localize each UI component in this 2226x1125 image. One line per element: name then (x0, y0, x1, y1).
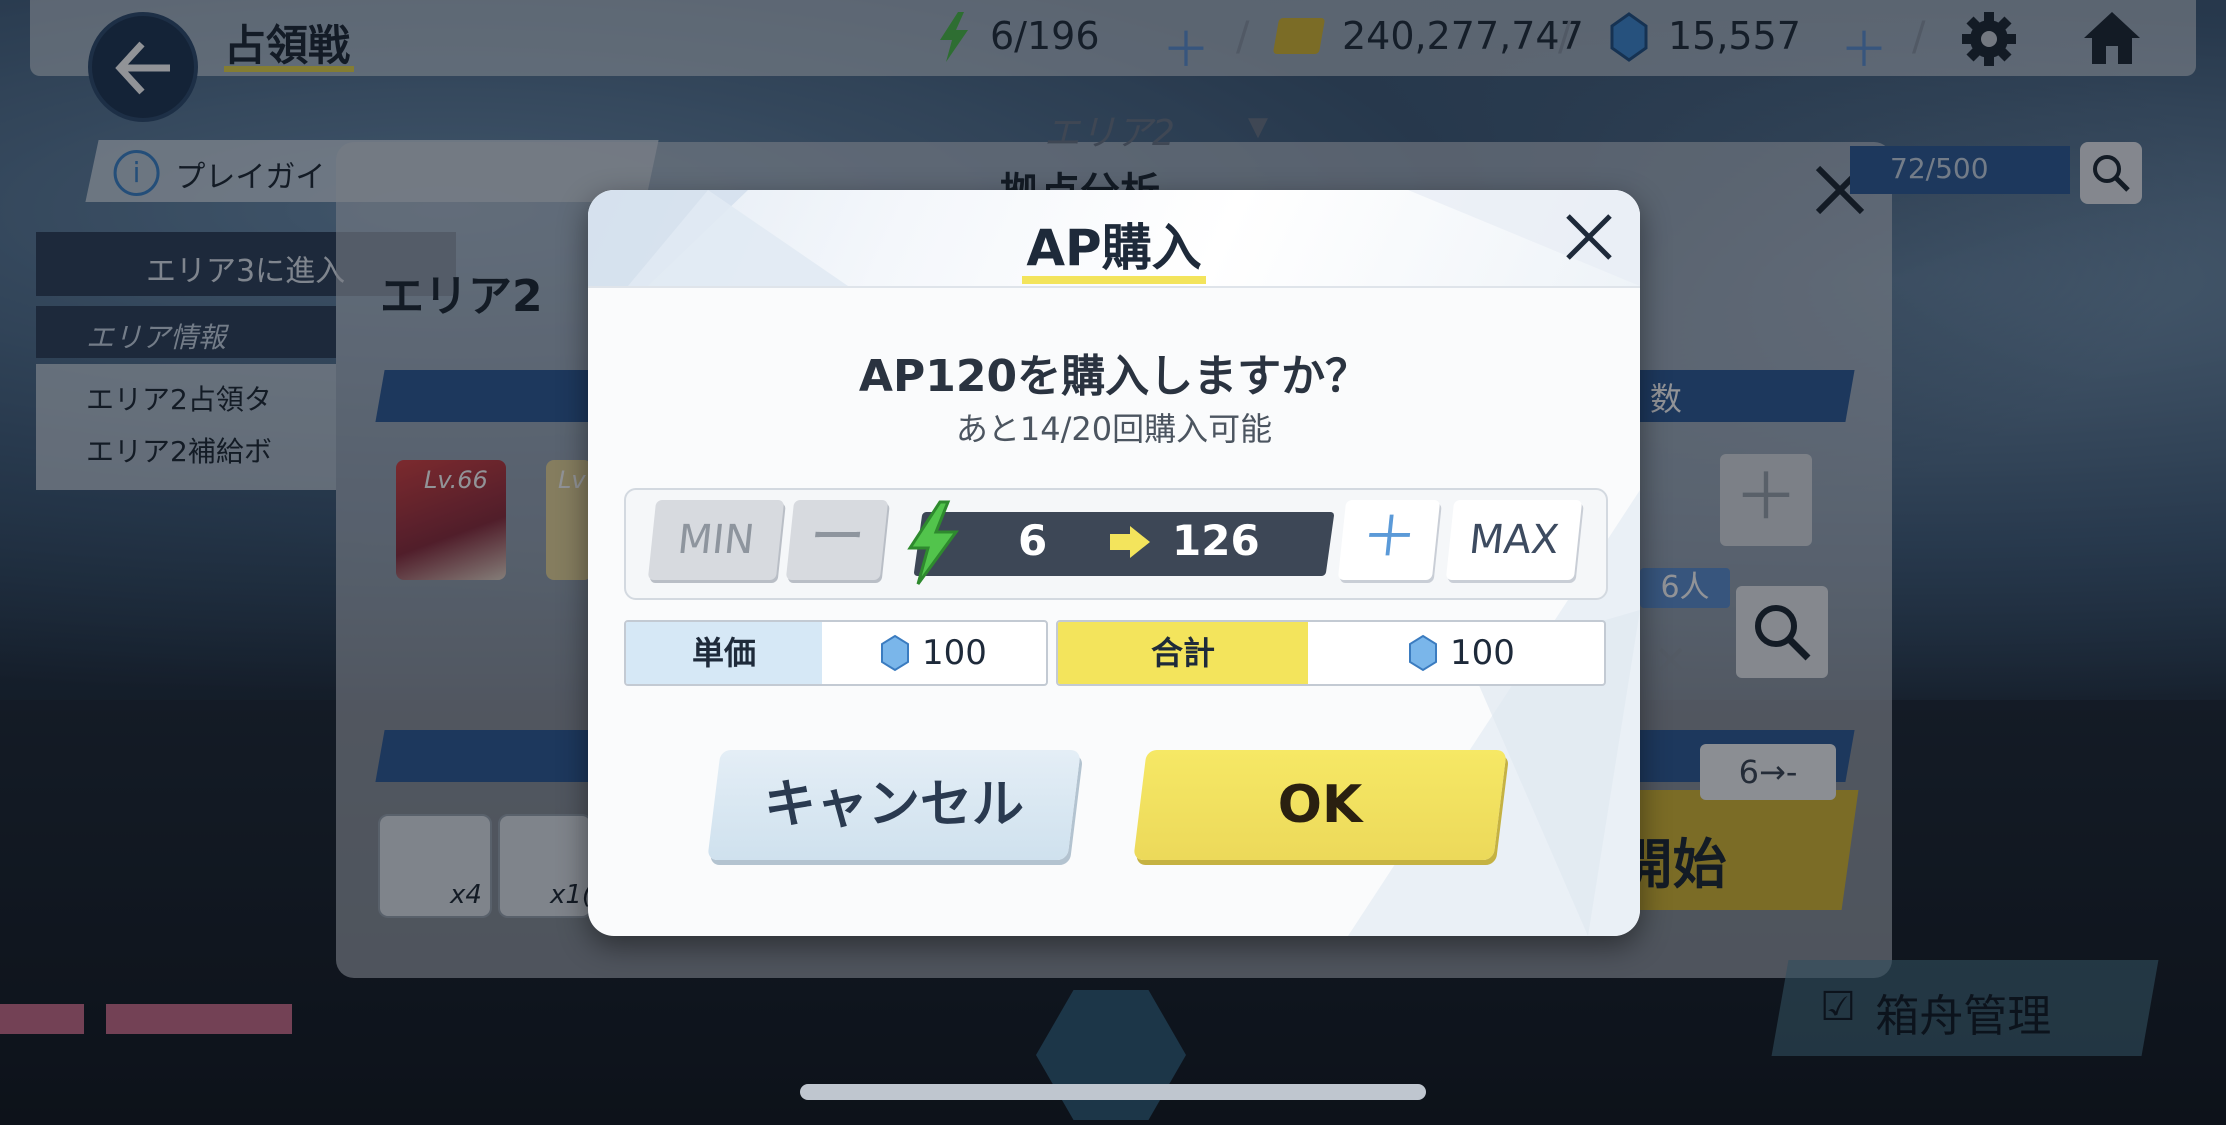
lightning-icon (907, 500, 959, 585)
cancel-label: キャンセル (763, 775, 1024, 835)
ap-after: 126 (1172, 516, 1260, 565)
min-label: MIN (675, 517, 757, 563)
plus-label: ＋ (1357, 505, 1421, 570)
cancel-button[interactable]: キャンセル (707, 750, 1081, 860)
ok-label: OK (1277, 775, 1363, 835)
remaining-purchases: あと14/20回購入可能 (955, 410, 1273, 448)
dialog-title: AP購入 (1026, 219, 1202, 277)
arrow-right-icon (1110, 526, 1150, 558)
total-value: 100 (1450, 633, 1515, 673)
minus-label: ー (805, 505, 869, 570)
gem-icon (1409, 634, 1437, 672)
decrease-button[interactable]: ー (785, 500, 889, 580)
purchase-question: AP120を購入しますか？ (858, 351, 1370, 402)
ap-current: 6 (1018, 516, 1048, 565)
max-button[interactable]: MAX (1445, 500, 1583, 580)
unit-price-value: 100 (922, 633, 987, 673)
max-label: MAX (1466, 517, 1562, 563)
gem-icon (881, 634, 909, 672)
total-label: 合計 (1058, 622, 1308, 684)
close-icon[interactable] (1560, 208, 1618, 266)
increase-button[interactable]: ＋ (1337, 500, 1441, 580)
unit-price-box: 単価 100 (624, 620, 1048, 686)
home-indicator[interactable] (800, 1084, 1426, 1100)
ok-button[interactable]: OK (1133, 750, 1507, 860)
title-underline (1022, 276, 1206, 284)
unit-price-label: 単価 (626, 622, 822, 684)
total-price-box: 合計 100 (1056, 620, 1606, 686)
min-button[interactable]: MIN (647, 500, 785, 580)
ap-purchase-dialog: AP購入 AP120を購入しますか？ あと14/20回購入可能 MIN ー 6 … (588, 190, 1640, 936)
